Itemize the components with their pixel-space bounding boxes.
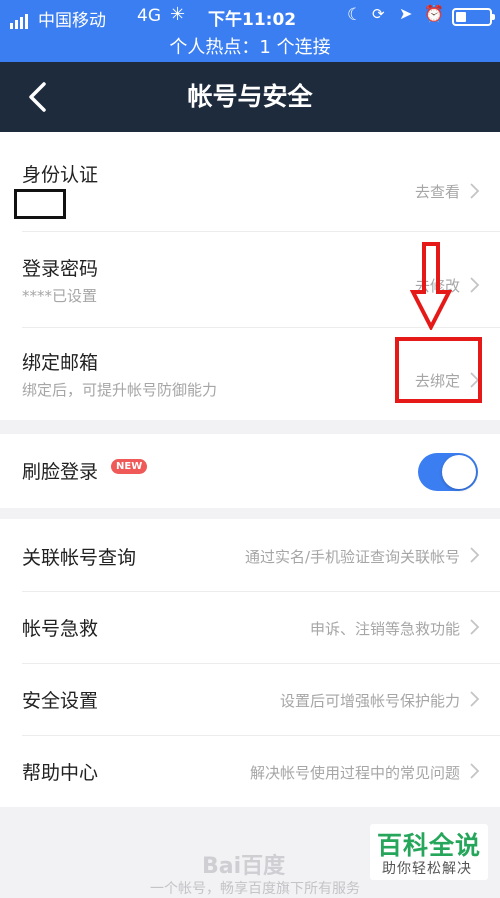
row-identity-verification[interactable]: 身份认证 去查看 xyxy=(0,132,500,231)
redacted-box xyxy=(14,189,66,219)
baidu-logo: Bai百度 xyxy=(202,848,285,880)
toggle-knob xyxy=(442,455,476,489)
footer-text: 一个帐号，畅享百度旗下所有服务 xyxy=(150,881,360,897)
watermark: 百科全说 助你轻松解决 xyxy=(370,824,488,880)
row-action: 申诉、注销等急救功能 xyxy=(309,620,460,638)
battery-icon xyxy=(452,8,495,26)
row-subtext: 绑定后，可提升帐号防御能力 xyxy=(22,381,218,399)
row-action: 通过实名/手机验证查询关联帐号 xyxy=(244,548,460,566)
watermark-subtitle: 助你轻松解决 xyxy=(382,861,472,877)
signal-icon xyxy=(10,9,30,29)
hotspot-banner[interactable]: 个人热点：1 个连接 xyxy=(0,33,500,59)
chevron-right-icon xyxy=(470,619,480,635)
rotation-lock-icon: ⟳ xyxy=(372,5,385,23)
moon-icon: ☾ xyxy=(347,5,363,25)
row-label: 帐号急救 xyxy=(22,618,99,640)
watermark-title: 百科全说 xyxy=(377,831,482,860)
baidu-logo-text: Bai百度 xyxy=(202,854,286,879)
row-label: 绑定邮箱 xyxy=(22,352,99,374)
new-badge: NEW xyxy=(111,459,148,474)
status-bar: 中国移动 4G ✳ 下午11:02 ☾ ⟳ ➤ ⏰ 个人热点：1 个连接 xyxy=(0,0,500,62)
row-subtext: ****已设置 xyxy=(22,287,98,305)
row-action: 解决帐号使用过程中的常见问题 xyxy=(249,764,460,782)
alarm-icon: ⏰ xyxy=(424,4,444,23)
row-label: 身份认证 xyxy=(22,164,99,186)
chevron-right-icon xyxy=(470,277,480,293)
network-type: 4G xyxy=(137,6,161,26)
row-label: 关联帐号查询 xyxy=(22,547,137,569)
row-action: 设置后可增强帐号保护能力 xyxy=(279,692,460,710)
chevron-right-icon xyxy=(470,763,480,779)
face-login-group: 刷脸登录 NEW xyxy=(0,434,500,508)
nav-bar: 帐号与安全 xyxy=(0,62,500,132)
loading-icon: ✳ xyxy=(170,4,186,25)
face-login-label: 刷脸登录 xyxy=(22,461,99,483)
chevron-right-icon xyxy=(470,183,480,199)
row-help-center[interactable]: 帮助中心 解决帐号使用过程中的常见问题 xyxy=(0,736,500,807)
row-security-settings[interactable]: 安全设置 设置后可增强帐号保护能力 xyxy=(0,664,500,735)
row-linked-accounts[interactable]: 关联帐号查询 通过实名/手机验证查询关联帐号 xyxy=(0,519,500,591)
chevron-right-icon xyxy=(470,547,480,563)
red-highlight-box xyxy=(395,337,482,403)
face-login-toggle[interactable] xyxy=(418,453,478,491)
row-label: 帮助中心 xyxy=(22,762,99,784)
row-label: 登录密码 xyxy=(22,258,99,280)
red-arrow-annotation xyxy=(410,242,452,330)
page-title: 帐号与安全 xyxy=(187,82,313,111)
row-label: 安全设置 xyxy=(22,690,99,712)
row-account-rescue[interactable]: 帐号急救 申诉、注销等急救功能 xyxy=(0,592,500,663)
more-settings-group: 关联帐号查询 通过实名/手机验证查询关联帐号 帐号急救 申诉、注销等急救功能 安… xyxy=(0,519,500,807)
carrier-name: 中国移动 xyxy=(38,11,106,31)
row-action: 去查看 xyxy=(414,183,460,201)
chevron-right-icon xyxy=(470,691,480,707)
clock: 下午11:02 xyxy=(208,10,297,30)
location-icon: ➤ xyxy=(399,4,413,23)
chevron-left-icon[interactable] xyxy=(22,80,56,114)
